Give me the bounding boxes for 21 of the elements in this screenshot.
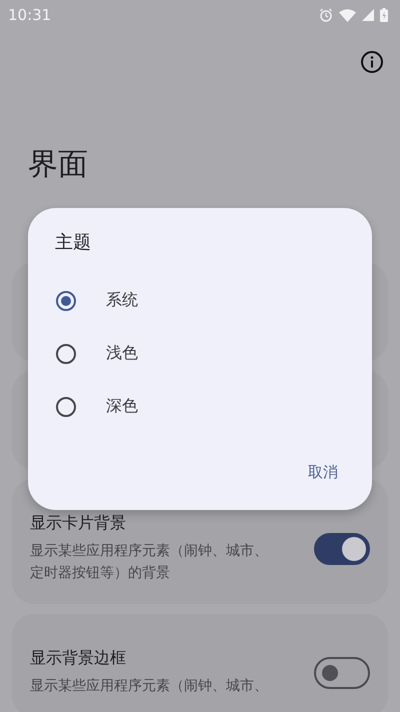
setting-description: 显示某些应用程序元素（闹钟、城市、 — [30, 677, 269, 696]
option-label[interactable]: 系统 — [106, 290, 138, 311]
alarm-icon — [319, 8, 333, 22]
radio-button[interactable] — [56, 290, 76, 310]
option-label[interactable]: 浅色 — [106, 343, 138, 364]
radio-button[interactable] — [56, 396, 76, 416]
setting-title: 显示卡片背景 — [30, 513, 127, 534]
option-label[interactable]: 深色 — [106, 396, 138, 417]
dialog-title: 主题 — [55, 231, 91, 254]
wifi-icon — [339, 8, 356, 22]
setting-description: 显示某些应用程序元素（闹钟、城市、定时器按钮等）的背景 — [30, 542, 269, 583]
toggle-switch[interactable] — [314, 532, 370, 564]
cancel-button[interactable]: 取消 — [298, 459, 348, 486]
radio-button[interactable] — [56, 344, 76, 364]
page-title: 界面 — [28, 146, 89, 184]
signal-icon — [362, 9, 374, 21]
battery-icon — [380, 8, 388, 22]
info-icon[interactable] — [360, 50, 384, 74]
status-time: 10:31 — [8, 6, 52, 24]
setting-title: 显示背景边框 — [30, 648, 127, 669]
toggle-switch[interactable] — [314, 656, 370, 688]
